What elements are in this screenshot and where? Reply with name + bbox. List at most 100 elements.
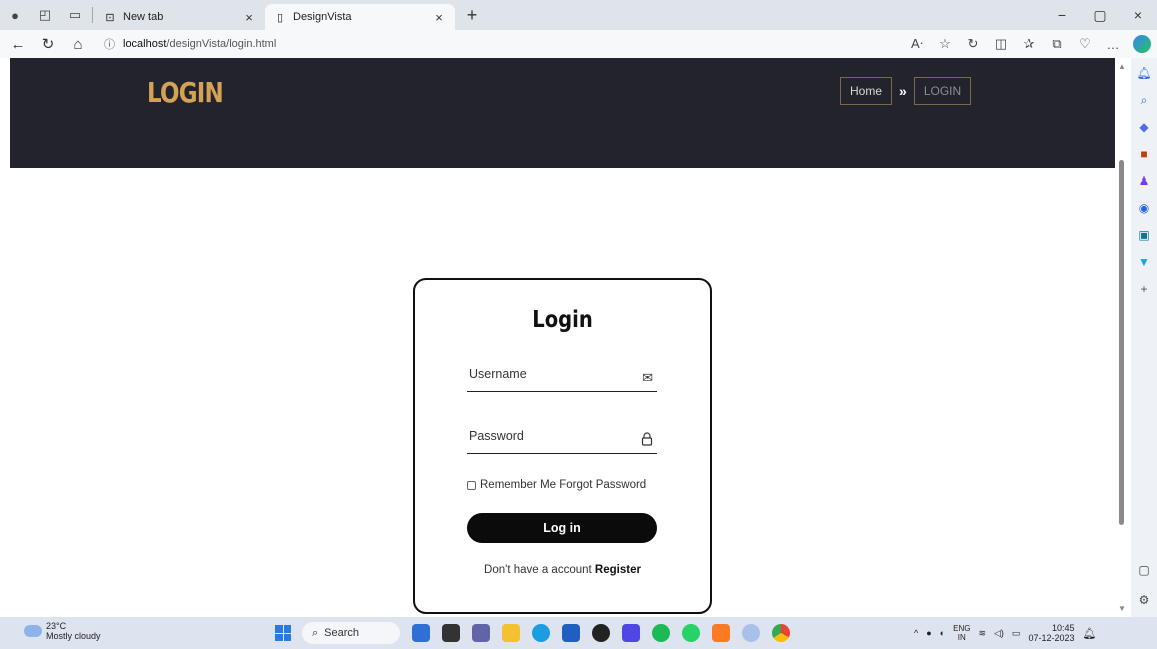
more-menu-icon[interactable]: … bbox=[1101, 32, 1125, 56]
wifi-icon[interactable]: ≋ bbox=[978, 628, 986, 639]
refresh-icon[interactable]: ↻ bbox=[36, 32, 60, 56]
breadcrumb-home-link[interactable]: Home bbox=[840, 77, 893, 105]
windows-start-icon[interactable] bbox=[275, 625, 291, 641]
split-screen-icon[interactable]: ◫ bbox=[989, 32, 1013, 56]
taskbar-apps bbox=[412, 624, 790, 642]
page-icon: ▯ bbox=[276, 11, 284, 24]
username-placeholder: Username bbox=[469, 367, 527, 381]
scroll-down-icon[interactable]: ▼ bbox=[1118, 604, 1126, 613]
tray-app-icon[interactable]: ● bbox=[926, 628, 931, 638]
remember-me-checkbox[interactable] bbox=[467, 480, 476, 490]
password-placeholder: Password bbox=[469, 429, 524, 443]
sidebar-bottom: ▢ ⚙ bbox=[1135, 561, 1153, 609]
url-path: /designVista/login.html bbox=[166, 38, 277, 50]
xampp-icon[interactable] bbox=[712, 624, 730, 642]
username-field[interactable]: Username ✉ bbox=[467, 362, 657, 392]
login-button[interactable]: Log in bbox=[467, 513, 657, 543]
app-dark-icon[interactable] bbox=[592, 624, 610, 642]
tab-separator bbox=[92, 7, 93, 23]
notification-bell-icon[interactable]: 🔔︎ bbox=[1135, 64, 1153, 82]
chat-app-icon[interactable] bbox=[412, 624, 430, 642]
workspaces-icon[interactable]: ◰ bbox=[30, 0, 60, 30]
tab-actions-icon[interactable]: ▭ bbox=[60, 0, 90, 30]
password-field[interactable]: Password bbox=[467, 424, 657, 454]
breadcrumb-separator-icon: » bbox=[899, 83, 907, 99]
weather-widget[interactable]: 23°C Mostly cloudy bbox=[24, 621, 101, 641]
vs-icon[interactable] bbox=[622, 624, 640, 642]
drop-icon[interactable]: ▼ bbox=[1135, 253, 1153, 271]
extensions-icon[interactable]: ↻ bbox=[961, 32, 985, 56]
close-tab-icon[interactable]: × bbox=[241, 10, 257, 25]
browser-tab-strip: ● ◰ ▭ ⊡ New tab × ▯ DesignVista × + − ▢ … bbox=[0, 0, 1157, 30]
restore-icon[interactable]: ▢ bbox=[1081, 0, 1119, 30]
back-icon[interactable]: ← bbox=[6, 32, 30, 56]
tray-overflow-icon[interactable]: ^ bbox=[914, 628, 918, 638]
minimize-icon[interactable]: − bbox=[1043, 0, 1081, 30]
lock-icon bbox=[641, 432, 653, 449]
browser-toolbar: Aᐧ ☆ ↻ ◫ ✰ ⧉ ♡ … bbox=[905, 32, 1151, 56]
close-tab-icon[interactable]: × bbox=[431, 10, 447, 25]
add-sidebar-app-icon[interactable]: + bbox=[1135, 280, 1153, 298]
remember-me-label[interactable]: Remember Me bbox=[480, 479, 556, 491]
games-icon[interactable]: ♟ bbox=[1135, 172, 1153, 190]
tab-designvista[interactable]: ▯ DesignVista × bbox=[265, 4, 455, 30]
chrome-icon[interactable] bbox=[772, 624, 790, 642]
page-viewport: LOGIN Home » LOGIN Login Username ✉ Pass… bbox=[10, 58, 1115, 617]
scroll-up-icon[interactable]: ▲ bbox=[1118, 62, 1126, 71]
login-card: Login Username ✉ Password Remember Me Fo… bbox=[413, 278, 712, 614]
edge-icon[interactable] bbox=[532, 624, 550, 642]
tab-new-tab[interactable]: ⊡ New tab × bbox=[95, 4, 265, 30]
snipping-icon[interactable] bbox=[742, 624, 760, 642]
notification-icon[interactable]: 🔔︎ bbox=[1082, 627, 1096, 640]
search-icon[interactable]: ⌕ bbox=[1135, 91, 1153, 109]
file-explorer-icon[interactable] bbox=[502, 624, 520, 642]
collections-icon[interactable]: ⧉ bbox=[1045, 32, 1069, 56]
page-scrollbar[interactable]: ▲ ▼ bbox=[1115, 58, 1129, 617]
volume-icon[interactable]: ◁) bbox=[994, 628, 1004, 639]
clock[interactable]: 10:45 07-12-2023 bbox=[1028, 623, 1074, 643]
close-window-icon[interactable]: × bbox=[1119, 0, 1157, 30]
scrollbar-thumb[interactable] bbox=[1119, 160, 1124, 525]
read-aloud-icon[interactable]: Aᐧ bbox=[905, 32, 929, 56]
register-link[interactable]: Register bbox=[595, 564, 641, 576]
favorites-icon[interactable]: ✰ bbox=[1017, 32, 1041, 56]
register-prompt: Don't have a account bbox=[484, 564, 592, 576]
forgot-password-link[interactable]: Forgot Password bbox=[559, 479, 646, 491]
home-icon[interactable]: ⌂ bbox=[66, 32, 90, 56]
page-title: LOGIN bbox=[147, 76, 224, 109]
store-icon[interactable] bbox=[562, 624, 580, 642]
whatsapp-icon[interactable] bbox=[682, 624, 700, 642]
clock-date: 07-12-2023 bbox=[1028, 633, 1075, 643]
spotify-icon[interactable] bbox=[652, 624, 670, 642]
taskbar-search[interactable]: ⌕ Search bbox=[302, 622, 400, 644]
search-icon: ⌕ bbox=[312, 626, 319, 639]
task-view-icon[interactable] bbox=[442, 624, 460, 642]
tray-drive-icon[interactable]: ◐ bbox=[940, 628, 945, 638]
hide-sidebar-icon[interactable]: ▢ bbox=[1135, 561, 1153, 579]
cloud-icon bbox=[24, 625, 42, 637]
login-heading: Login bbox=[532, 307, 593, 333]
browser-sidebar: 🔔︎ ⌕ ◆ ■ ♟ ◉ ▣ ▼ + ▢ ⚙ bbox=[1131, 58, 1157, 617]
performance-icon[interactable]: ♡ bbox=[1073, 32, 1097, 56]
region-code: IN bbox=[957, 633, 966, 642]
url-host: localhost bbox=[123, 38, 167, 50]
copilot-icon[interactable] bbox=[1133, 35, 1151, 53]
shopping-tag-icon[interactable]: ◆ bbox=[1135, 118, 1153, 136]
favorite-star-icon[interactable]: ☆ bbox=[933, 32, 957, 56]
site-info-icon[interactable]: ⓘ bbox=[104, 36, 115, 52]
tools-briefcase-icon[interactable]: ■ bbox=[1135, 145, 1153, 163]
new-tab-icon: ⊡ bbox=[105, 11, 115, 24]
microsoft-365-icon[interactable]: ◉ bbox=[1135, 199, 1153, 217]
outlook-icon[interactable]: ▣ bbox=[1135, 226, 1153, 244]
tab-title: New tab bbox=[123, 11, 164, 23]
language-indicator[interactable]: ENG IN bbox=[953, 624, 970, 642]
url-field[interactable]: ⓘ localhost/designVista/login.html bbox=[104, 36, 824, 52]
battery-icon[interactable]: ▭ bbox=[1012, 628, 1021, 639]
breadcrumb-current: LOGIN bbox=[913, 77, 972, 105]
sidebar-settings-icon[interactable]: ⚙ bbox=[1135, 591, 1153, 609]
weather-temperature: 23°C bbox=[46, 621, 67, 631]
new-tab-button[interactable]: + bbox=[459, 2, 485, 28]
profile-icon[interactable]: ● bbox=[0, 0, 30, 30]
register-prompt-row: Don't have a account Register bbox=[415, 564, 710, 576]
teams-icon[interactable] bbox=[472, 624, 490, 642]
